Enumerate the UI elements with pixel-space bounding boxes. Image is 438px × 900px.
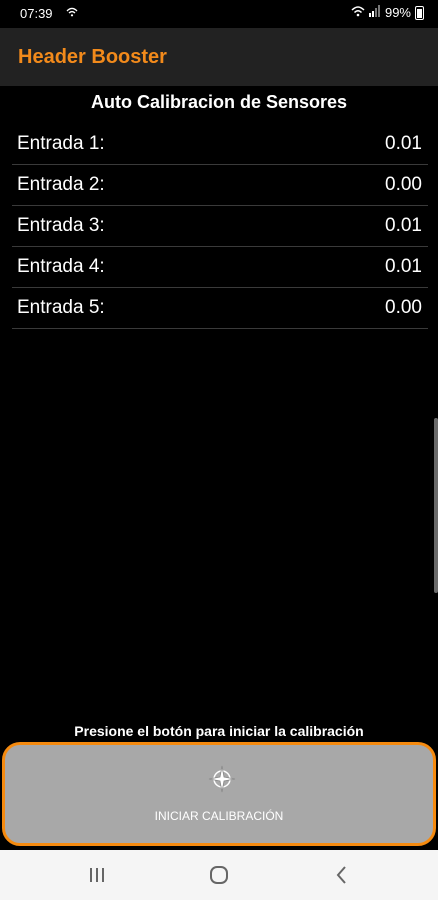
- sensor-label: Entrada 2:: [17, 174, 105, 195]
- status-right: 99%: [351, 5, 424, 20]
- status-time: 07:39: [20, 6, 53, 21]
- sensor-label: Entrada 3:: [17, 215, 105, 236]
- recent-apps-icon[interactable]: [85, 863, 109, 887]
- battery-icon: [415, 5, 424, 20]
- sensor-row: Entrada 1: 0.01: [12, 124, 428, 165]
- compass-star-icon: [208, 765, 236, 793]
- app-title: Header Booster: [18, 46, 167, 68]
- scrollbar[interactable]: [434, 418, 438, 593]
- sensor-row: Entrada 3: 0.01: [12, 206, 428, 247]
- sensor-list: Entrada 1: 0.01 Entrada 2: 0.00 Entrada …: [12, 124, 428, 329]
- sensor-value: 0.00: [385, 174, 422, 195]
- wifi-icon: [66, 7, 78, 20]
- status-bar: 07:39 99%: [0, 0, 438, 28]
- sensor-value: 0.01: [385, 256, 422, 277]
- back-icon[interactable]: [330, 863, 354, 887]
- system-nav-bar: [0, 850, 438, 900]
- battery-percent: 99%: [384, 5, 411, 20]
- sensor-label: Entrada 1:: [17, 133, 105, 154]
- cell-signal-icon: [368, 5, 381, 20]
- wifi-signal-icon: [351, 5, 365, 20]
- start-calibration-button[interactable]: INICIAR CALIBRACIÓN: [2, 742, 436, 846]
- sensor-value: 0.01: [385, 215, 422, 236]
- app-bar: Header Booster: [0, 28, 438, 86]
- sensor-label: Entrada 4:: [17, 256, 105, 277]
- sensor-value: 0.00: [385, 297, 422, 318]
- sensor-label: Entrada 5:: [17, 297, 105, 318]
- sensor-row: Entrada 5: 0.00: [12, 288, 428, 329]
- start-calibration-label: INICIAR CALIBRACIÓN: [154, 809, 284, 823]
- home-icon[interactable]: [207, 863, 231, 887]
- sensor-row: Entrada 4: 0.01: [12, 247, 428, 288]
- sensor-value: 0.01: [385, 133, 422, 154]
- sensor-row: Entrada 2: 0.00: [12, 165, 428, 206]
- calibration-hint: Presione el botón para iniciar la calibr…: [74, 723, 364, 739]
- section-title: Auto Calibracion de Sensores: [90, 92, 348, 112]
